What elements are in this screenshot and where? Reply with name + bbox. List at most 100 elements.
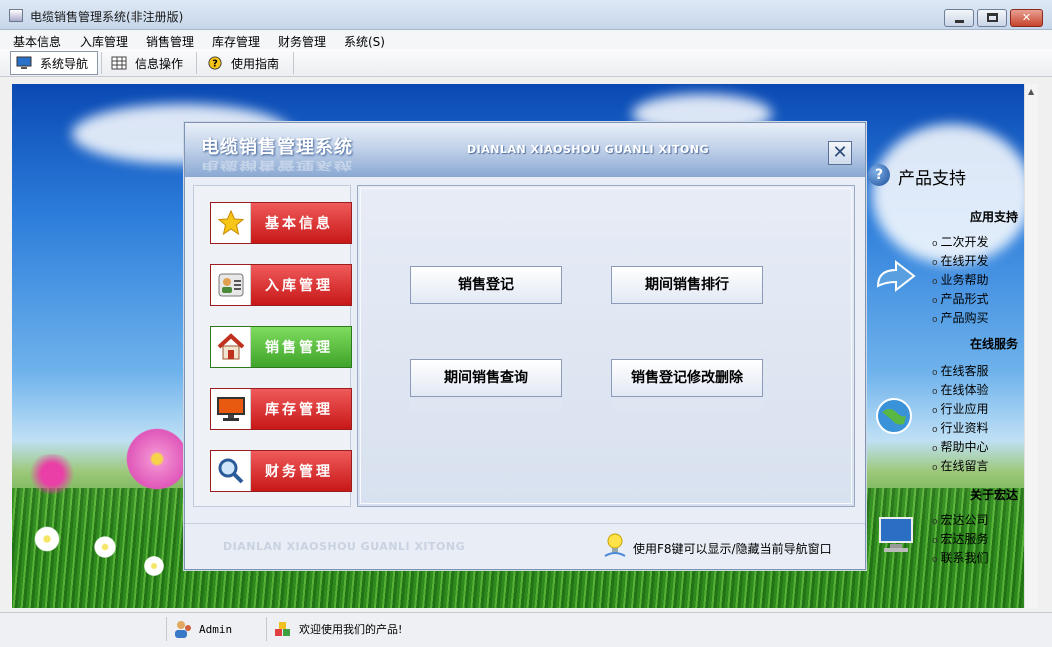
side-link[interactable]: 行业应用 [932, 400, 989, 417]
button-reflection [611, 399, 763, 415]
side-link[interactable]: 宏达公司 [932, 511, 989, 528]
menu-finance[interactable]: 财务管理 [278, 33, 326, 50]
app-icon [9, 9, 23, 22]
close-button[interactable]: ✕ [1010, 9, 1043, 27]
status-bar: Admin 欢迎使用我们的产品! [0, 612, 1052, 647]
toolbar-guide-button[interactable]: ? 使用指南 [202, 51, 292, 75]
toolbar-system-nav-button[interactable]: 系统导航 [10, 51, 98, 75]
navigation-window: 电缆销售管理系统 电缆销售管理系统 DIANLAN XIAOSHOU GUANL… [184, 122, 866, 570]
toolbar: 系统导航 信息操作 ? 使用指南 [0, 49, 1052, 77]
function-panel: 销售登记 期间销售排行 期间销售查询 销售登记修改删除 [357, 185, 855, 507]
side-link[interactable]: 二次开发 [932, 233, 989, 250]
category-label: 入库管理 [265, 278, 333, 294]
toolbar-info-ops-button[interactable]: 信息操作 [106, 51, 192, 75]
toolbar-separator [293, 52, 294, 74]
side-link[interactable]: 产品形式 [932, 290, 989, 307]
category-sales-button[interactable]: 销售管理 [210, 326, 352, 368]
side-link[interactable]: 在线客服 [932, 362, 989, 379]
side-link[interactable]: 业务帮助 [932, 271, 989, 288]
category-list: 基本信息 入库管理 销售管理 库存管理 财务管理 [193, 185, 352, 507]
toolbar-label: 系统导航 [40, 56, 89, 71]
close-icon: ✕ [832, 142, 848, 163]
period-sales-query-button[interactable]: 期间销售查询 [410, 359, 562, 397]
button-reflection [410, 399, 562, 415]
side-link[interactable]: 帮助中心 [932, 438, 989, 455]
product-support-panel: ? 产品支持 应用支持 二次开发 在线开发 业务帮助 产品形式 产品购买 在线服… [866, 152, 1024, 572]
vertical-scrollbar[interactable]: ▲ [1024, 84, 1038, 608]
menu-sales[interactable]: 销售管理 [146, 33, 194, 50]
flower [92, 534, 118, 560]
side-section-heading: 在线服务 [969, 337, 1018, 351]
globe-icon [876, 398, 912, 434]
magnifier-icon [211, 451, 251, 491]
flower [32, 524, 62, 554]
toolbar-label: 信息操作 [135, 56, 184, 71]
status-separator [266, 617, 267, 641]
category-label: 基本信息 [265, 216, 333, 232]
menu-inbound[interactable]: 入库管理 [80, 33, 128, 50]
side-link[interactable]: 宏达服务 [932, 530, 989, 547]
status-separator [166, 617, 167, 641]
user-icon [175, 621, 191, 638]
category-inbound-button[interactable]: 入库管理 [210, 264, 352, 306]
sales-register-button[interactable]: 销售登记 [410, 266, 562, 304]
category-basic-info-button[interactable]: 基本信息 [210, 202, 352, 244]
status-message: 欢迎使用我们的产品! [299, 623, 403, 636]
side-section-heading: 关于宏达 [969, 488, 1018, 502]
category-label: 库存管理 [265, 402, 333, 418]
star-icon [211, 203, 251, 243]
nav-title: 电缆销售管理系统 [201, 137, 353, 158]
home-icon [211, 327, 251, 367]
nav-footer: DIANLAN XIAOSHOU GUANLI XITONG 使用F8键可以显示… [185, 523, 865, 569]
blocks-icon [275, 622, 290, 636]
button-reflection [611, 306, 763, 322]
menu-system[interactable]: 系统(S) [344, 33, 385, 50]
help-icon: ? [868, 164, 890, 186]
nav-close-button[interactable]: ✕ [828, 141, 852, 165]
category-inventory-button[interactable]: 库存管理 [210, 388, 352, 430]
side-title: 产品支持 [898, 169, 966, 189]
svg-text:?: ? [212, 59, 218, 70]
footer-watermark: DIANLAN XIAOSHOU GUANLI XITONG [223, 540, 466, 553]
sales-edit-delete-button[interactable]: 销售登记修改删除 [611, 359, 763, 397]
computer-icon [879, 517, 913, 552]
maximize-icon [987, 13, 998, 22]
status-username: Admin [199, 622, 233, 636]
flower [22, 454, 82, 494]
close-icon: ✕ [1021, 11, 1032, 24]
window-title: 电缆销售管理系统(非注册版) [30, 10, 184, 24]
maximize-button[interactable] [977, 9, 1007, 27]
grid-icon [111, 56, 127, 70]
nav-header: 电缆销售管理系统 电缆销售管理系统 DIANLAN XIAOSHOU GUANL… [185, 123, 865, 177]
toolbar-separator [196, 52, 197, 74]
side-link[interactable]: 在线体验 [932, 381, 989, 398]
lightbulb-icon [604, 533, 626, 557]
toolbar-label: 使用指南 [231, 56, 280, 71]
menu-basic-info[interactable]: 基本信息 [13, 33, 61, 50]
arrow-right-icon [876, 259, 916, 293]
status-user: Admin [173, 617, 232, 641]
category-label: 销售管理 [265, 340, 333, 356]
nav-title-reflection: 电缆销售管理系统 [201, 158, 353, 172]
help-icon: ? [208, 56, 222, 70]
monitor-icon [16, 56, 32, 69]
button-reflection [410, 306, 562, 322]
side-section-heading: 应用支持 [969, 210, 1018, 224]
period-sales-ranking-button[interactable]: 期间销售排行 [611, 266, 763, 304]
side-link[interactable]: 行业资料 [932, 419, 989, 436]
minimize-button[interactable] [944, 9, 974, 27]
side-link[interactable]: 产品购买 [932, 309, 989, 326]
monitor-icon [211, 389, 251, 429]
menu-bar: 基本信息 入库管理 销售管理 库存管理 财务管理 系统(S) [0, 30, 1052, 49]
category-label: 财务管理 [265, 464, 333, 480]
contacts-icon [211, 265, 251, 305]
side-link[interactable]: 联系我们 [932, 549, 989, 566]
title-bar: 电缆销售管理系统(非注册版) ✕ [0, 0, 1052, 30]
menu-inventory[interactable]: 库存管理 [212, 33, 260, 50]
side-link[interactable]: 在线开发 [932, 252, 989, 269]
footer-tip: 使用F8键可以显示/隐藏当前导航窗口 [633, 542, 832, 556]
scroll-up-arrow-icon[interactable]: ▲ [1028, 87, 1034, 96]
minimize-icon [955, 20, 964, 23]
side-link[interactable]: 在线留言 [932, 457, 989, 474]
category-finance-button[interactable]: 财务管理 [210, 450, 352, 492]
